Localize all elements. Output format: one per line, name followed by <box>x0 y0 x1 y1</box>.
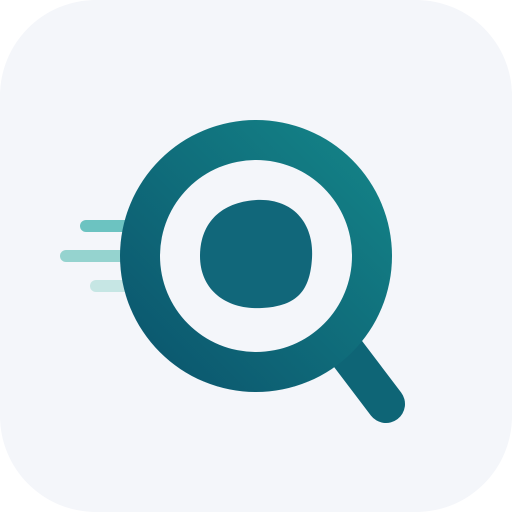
search-app-icon <box>0 0 512 512</box>
lens-focus-dot <box>200 199 313 309</box>
app-icon-graphic <box>0 0 512 512</box>
